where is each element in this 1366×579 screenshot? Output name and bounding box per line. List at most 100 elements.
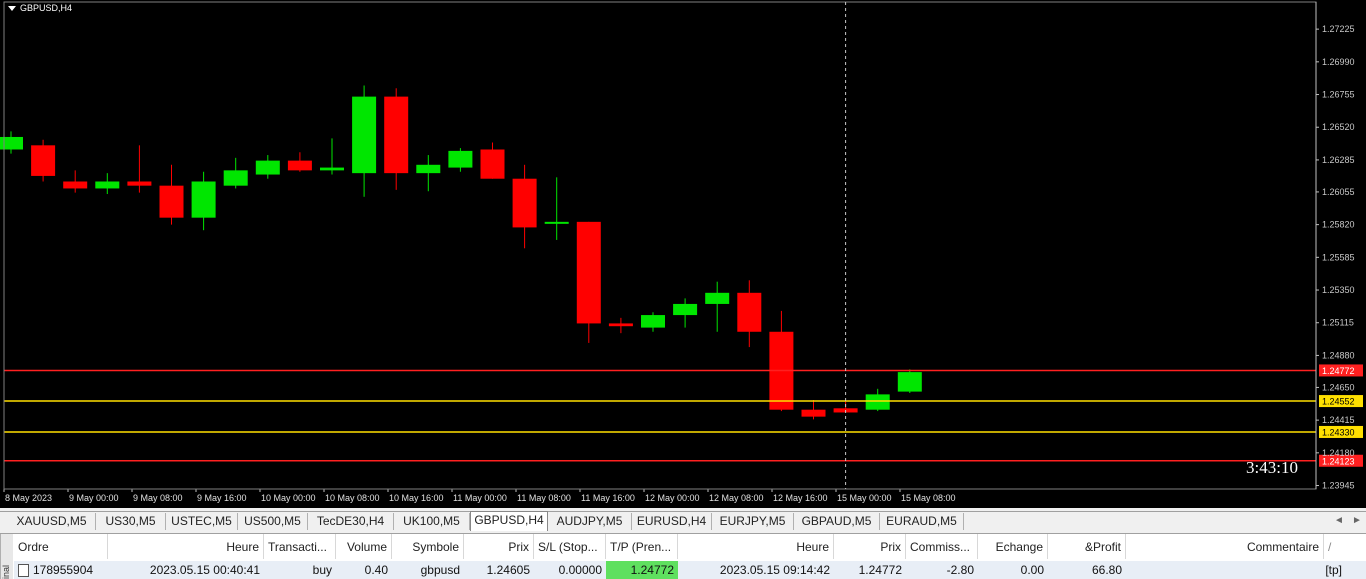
candle[interactable] — [608, 317, 633, 334]
candle[interactable] — [576, 221, 601, 343]
candlestick-chart[interactable]: 1.247721.245521.243301.24123 1.272251.26… — [0, 0, 1366, 508]
candle[interactable] — [31, 139, 56, 182]
col-header-heure[interactable]: Heure — [108, 534, 264, 559]
col-header-commentaire[interactable]: Commentaire — [1126, 534, 1324, 559]
x-tick-label: 12 May 00:00 — [645, 493, 700, 503]
cell-ordre-text: 178955904 — [33, 563, 94, 577]
y-tick-label: 1.26520 — [1322, 122, 1355, 132]
candle-body — [416, 164, 441, 174]
candle[interactable] — [191, 171, 216, 231]
candle-body — [608, 323, 633, 327]
candle-body — [544, 221, 569, 224]
candle[interactable] — [63, 170, 88, 193]
dropdown-triangle-icon[interactable] — [8, 6, 16, 12]
col-header-prix[interactable]: Prix — [464, 534, 534, 559]
candle-body — [737, 292, 762, 332]
tabs-scroll-right-icon[interactable]: ► — [1352, 515, 1362, 526]
candle[interactable] — [384, 88, 409, 190]
terminal-side-label[interactable]: inal — [0, 534, 13, 579]
chart-tabs-bar: XAUUSD,M5 US30,M5 USTEC,M5 US500,M5 TecDE30,… — [0, 511, 1366, 532]
candle[interactable] — [512, 164, 537, 249]
x-tick-label: 10 May 08:00 — [325, 493, 380, 503]
y-tick-label: 1.25820 — [1322, 220, 1355, 230]
symbol-title-text: GBPUSD,H4 — [20, 3, 73, 13]
cell-symbole: gbpusd — [392, 561, 464, 579]
tab-euraud-m5[interactable]: EURAUD,M5 — [880, 513, 964, 530]
cell-ordre: 178955904 — [14, 561, 108, 579]
bar-countdown-timer: 3:43:10 — [1246, 458, 1298, 477]
col-header-commission[interactable]: Commiss... — [906, 534, 978, 559]
col-header-ordre[interactable]: Ordre — [14, 534, 108, 559]
col-header-symbole[interactable]: Symbole — [392, 534, 464, 559]
y-tick-label: 1.23945 — [1322, 481, 1355, 491]
cell-volume: 0.40 — [336, 561, 392, 579]
candle[interactable] — [705, 281, 730, 332]
cell-profit: 66.80 — [1048, 561, 1126, 579]
candle[interactable] — [769, 310, 794, 412]
chart-area[interactable]: 1.24772 1.24552 1.24330 1.24123 1.27225 1.26… — [0, 0, 1366, 508]
candle-body — [480, 149, 505, 179]
tab-eurusd-h4[interactable]: EURUSD,H4 — [632, 513, 712, 530]
y-tick-label: 1.26990 — [1322, 57, 1355, 67]
candle-body — [705, 292, 730, 304]
tab-ustec-m5[interactable]: USTEC,M5 — [166, 513, 238, 530]
candle[interactable] — [737, 280, 762, 348]
tab-xauusd-m5[interactable]: XAUUSD,M5 — [8, 513, 96, 530]
candle[interactable] — [641, 312, 665, 332]
candle[interactable] — [448, 148, 473, 172]
tab-gbpusd-h4[interactable]: GBPUSD,H4 — [470, 511, 548, 531]
candle-body — [191, 181, 216, 218]
candle-body — [63, 181, 88, 189]
candle[interactable] — [0, 131, 23, 154]
col-header-echange[interactable]: Echange — [978, 534, 1048, 559]
candle[interactable] — [255, 155, 280, 179]
tab-us500-m5[interactable]: US500,M5 — [238, 513, 308, 530]
candle[interactable] — [897, 369, 922, 393]
tab-audjpy-m5[interactable]: AUDJPY,M5 — [548, 513, 632, 530]
candle[interactable] — [320, 138, 344, 175]
candle-body — [576, 221, 601, 324]
chart-symbol-title: GBPUSD,H4 — [8, 3, 72, 13]
x-tick-label: 15 May 08:00 — [901, 493, 956, 503]
candle[interactable] — [223, 157, 248, 189]
candle[interactable] — [352, 85, 377, 197]
tab-eurjpy-m5[interactable]: EURJPY,M5 — [712, 513, 794, 530]
candle[interactable] — [127, 145, 152, 193]
col-header-volume[interactable]: Volume — [336, 534, 392, 559]
tab-uk100-m5[interactable]: UK100,M5 — [394, 513, 470, 530]
tabs-scroll-left-icon[interactable]: ◄ — [1334, 515, 1344, 526]
col-header-heure-close[interactable]: Heure — [678, 534, 834, 559]
y-tick-label: 1.27225 — [1322, 24, 1355, 34]
candle[interactable] — [159, 164, 184, 225]
y-tick-label: 1.26755 — [1322, 90, 1355, 100]
y-tick-label: 1.24880 — [1322, 350, 1355, 360]
candle-body — [673, 303, 698, 316]
candle[interactable] — [416, 155, 441, 192]
candle-body — [320, 167, 344, 171]
candle[interactable] — [865, 388, 890, 412]
candle-body — [223, 170, 248, 186]
col-header-sl[interactable]: S/L (Stop... — [534, 534, 606, 559]
col-header-tp[interactable]: T/P (Pren... — [606, 534, 678, 559]
col-header-transaction[interactable]: Transacti... — [264, 534, 336, 559]
candle[interactable] — [95, 173, 120, 195]
cell-commentaire: [tp] — [1126, 561, 1346, 579]
col-header-profit[interactable]: &Profit — [1048, 534, 1126, 559]
tab-gbpaud-m5[interactable]: GBPAUD,M5 — [794, 513, 880, 530]
candle-body — [287, 160, 312, 171]
y-tick-label: 1.24180 — [1322, 448, 1355, 458]
x-tick-label: 11 May 08:00 — [517, 493, 571, 503]
candle[interactable] — [544, 177, 569, 240]
sort-icon[interactable]: / — [1324, 534, 1366, 559]
y-tick-label: 1.24650 — [1322, 382, 1355, 392]
candle[interactable] — [480, 142, 505, 179]
col-header-prix-close[interactable]: Prix — [834, 534, 906, 559]
cell-sl: 0.00000 — [534, 561, 606, 579]
candle[interactable] — [287, 152, 312, 172]
candle-body — [127, 181, 152, 186]
candle[interactable] — [673, 298, 698, 328]
candle[interactable] — [801, 399, 826, 420]
tab-us30-m5[interactable]: US30,M5 — [96, 513, 166, 530]
plot-frame — [3, 1, 1317, 490]
tab-tecde30-h4[interactable]: TecDE30,H4 — [308, 513, 394, 530]
